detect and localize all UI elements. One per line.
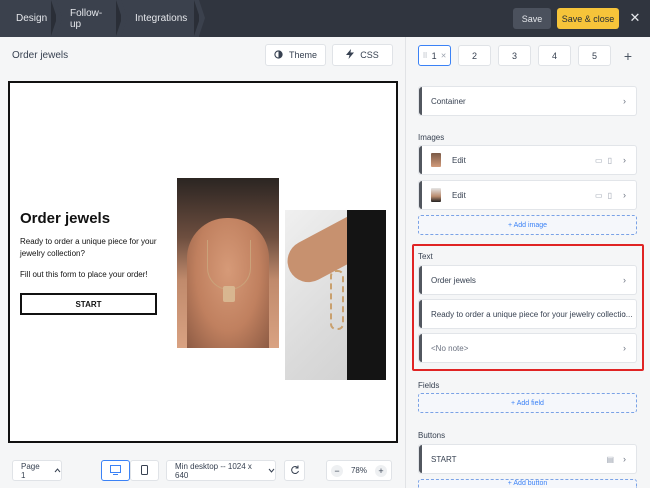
tab-follow-up[interactable]: Follow-up bbox=[56, 0, 127, 37]
device-icons: ▭ ▯ bbox=[595, 156, 612, 165]
container-label: Container bbox=[431, 96, 466, 106]
desktop-icon[interactable]: ▭ bbox=[595, 191, 603, 200]
add-image-button[interactable]: + Add image bbox=[418, 215, 637, 235]
mobile-icon[interactable]: ▯ bbox=[608, 156, 612, 165]
page-tab-5[interactable]: 5 bbox=[578, 45, 611, 66]
necklace-image bbox=[177, 178, 279, 348]
save-close-button[interactable]: Save & close bbox=[557, 8, 619, 29]
close-icon[interactable]: ✕ bbox=[627, 10, 643, 26]
refresh-icon bbox=[290, 465, 300, 477]
plus-icon: + bbox=[623, 47, 633, 64]
image-item-label: Edit bbox=[452, 190, 466, 200]
document-icon: ▤ bbox=[606, 454, 614, 464]
image-thumbnail bbox=[431, 153, 441, 167]
page-tab-3[interactable]: 3 bbox=[498, 45, 531, 66]
tab-integrations[interactable]: Integrations bbox=[121, 0, 205, 37]
page-selector[interactable]: Page 1 bbox=[12, 460, 62, 481]
image-item-1[interactable]: Edit ▭ ▯ › bbox=[418, 145, 637, 175]
screen-size-label: Min desktop -- 1024 x 640 bbox=[175, 461, 252, 480]
page-tab-1[interactable]: ⠿ 1 ✕ bbox=[418, 45, 451, 66]
rotate-button[interactable] bbox=[284, 460, 305, 481]
bottom-bar: Page 1 Min desktop -- 1024 x 640 − 78% + bbox=[0, 452, 405, 488]
main-tabs: Design Follow-up Integrations bbox=[0, 0, 205, 37]
add-field-button[interactable]: + Add field bbox=[418, 393, 637, 413]
page-tabs: ⠿ 1 ✕ 2 3 4 5 + bbox=[418, 45, 648, 66]
page-tab-2[interactable]: 2 bbox=[458, 45, 491, 66]
drag-handle-icon: ⠿ bbox=[422, 52, 428, 60]
button-item-start[interactable]: START ▤ › bbox=[418, 444, 637, 474]
screen-size-select[interactable]: Min desktop -- 1024 x 640 bbox=[166, 460, 276, 481]
page-title: Order jewels bbox=[12, 50, 69, 61]
desktop-icon[interactable]: ▭ bbox=[595, 156, 603, 165]
add-button-button[interactable]: + Add button bbox=[418, 479, 637, 488]
preview-description: Ready to order a unique piece for your j… bbox=[20, 237, 157, 258]
preview-note: Fill out this form to place your order! bbox=[20, 270, 148, 279]
preview-start-button[interactable]: START bbox=[20, 293, 157, 315]
chevron-down-icon bbox=[268, 466, 275, 475]
button-item-label: START bbox=[431, 454, 457, 464]
device-icons: ▭ ▯ bbox=[595, 191, 612, 200]
chevron-right-icon: › bbox=[623, 155, 626, 165]
container-item[interactable]: Container › bbox=[418, 86, 637, 116]
form-preview-canvas[interactable]: Order jewels Ready to order a unique pie… bbox=[8, 81, 398, 443]
mobile-icon bbox=[141, 464, 148, 477]
images-heading: Images bbox=[418, 133, 445, 142]
zoom-control: − 78% + bbox=[326, 460, 392, 481]
page-tab-label: 1 bbox=[431, 50, 437, 61]
fields-heading: Fields bbox=[418, 381, 440, 390]
contrast-icon bbox=[274, 49, 283, 61]
save-button[interactable]: Save bbox=[513, 8, 551, 29]
highlight-box bbox=[412, 244, 644, 371]
css-label: CSS bbox=[360, 50, 379, 60]
zoom-in-button[interactable]: + bbox=[374, 464, 387, 477]
mobile-view-button[interactable] bbox=[130, 460, 159, 481]
image-thumbnail bbox=[431, 188, 441, 202]
tab-design[interactable]: Design bbox=[0, 0, 62, 37]
zoom-level: 78% bbox=[350, 466, 367, 475]
chevron-right-icon: › bbox=[623, 96, 626, 106]
page-tab-4[interactable]: 4 bbox=[538, 45, 571, 66]
mobile-icon[interactable]: ▯ bbox=[608, 191, 612, 200]
add-page-button[interactable]: + bbox=[618, 45, 638, 66]
top-bar: Design Follow-up Integrations Save Save … bbox=[0, 0, 650, 37]
css-button[interactable]: CSS bbox=[332, 44, 393, 66]
theme-label: Theme bbox=[288, 50, 317, 60]
image-item-2[interactable]: Edit ▭ ▯ › bbox=[418, 180, 637, 210]
chevron-right-icon: › bbox=[623, 454, 626, 464]
buttons-heading: Buttons bbox=[418, 431, 446, 440]
zoom-out-button[interactable]: − bbox=[331, 464, 343, 477]
chevron-right-icon: › bbox=[623, 190, 626, 200]
image-item-label: Edit bbox=[452, 155, 466, 165]
theme-button[interactable]: Theme bbox=[265, 44, 326, 66]
page-selector-label: Page 1 bbox=[21, 461, 40, 480]
lightning-icon bbox=[346, 49, 355, 61]
close-icon[interactable]: ✕ bbox=[441, 52, 447, 60]
bracelet-image bbox=[285, 210, 386, 380]
preview-title: Order jewels bbox=[20, 210, 111, 227]
chevron-up-icon bbox=[54, 466, 61, 475]
desktop-view-button[interactable] bbox=[101, 460, 130, 481]
desktop-icon bbox=[110, 464, 121, 477]
